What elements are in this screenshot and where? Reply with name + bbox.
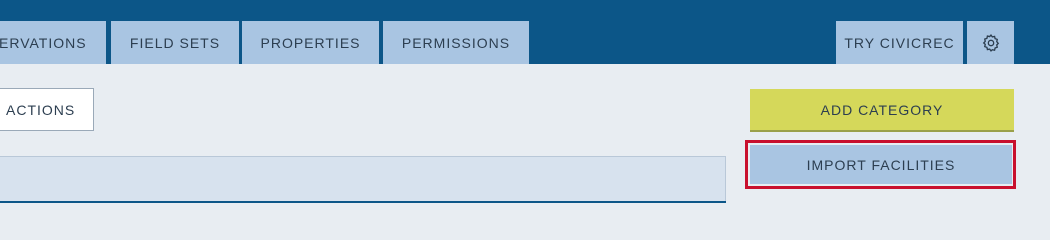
add-category-label: ADD CATEGORY bbox=[820, 101, 944, 118]
tab-label: FIELD SETS bbox=[129, 34, 221, 51]
tab-properties[interactable]: PROPERTIES bbox=[242, 21, 379, 64]
tab-permissions[interactable]: PERMISSIONS bbox=[383, 21, 529, 64]
gear-icon bbox=[981, 33, 1001, 53]
tab-label: PROPERTIES bbox=[260, 34, 361, 51]
add-category-button[interactable]: ADD CATEGORY bbox=[750, 89, 1014, 132]
settings-button[interactable] bbox=[967, 21, 1014, 64]
tab-reservations[interactable]: ERVATIONS bbox=[0, 21, 106, 64]
import-facilities-label: IMPORT FACILITIES bbox=[806, 156, 956, 173]
actions-button[interactable]: ACTIONS bbox=[0, 88, 94, 131]
tab-field-sets[interactable]: FIELD SETS bbox=[111, 21, 239, 64]
top-navigation-bar: ERVATIONS FIELD SETS PROPERTIES PERMISSI… bbox=[0, 0, 1050, 64]
category-panel-header bbox=[0, 156, 726, 202]
tab-label: ERVATIONS bbox=[0, 34, 87, 51]
actions-label: ACTIONS bbox=[6, 101, 76, 118]
tab-label: PERMISSIONS bbox=[401, 34, 511, 51]
import-facilities-button[interactable]: IMPORT FACILITIES bbox=[750, 145, 1012, 184]
page: ERVATIONS FIELD SETS PROPERTIES PERMISSI… bbox=[0, 0, 1050, 207]
try-civicrec-label: TRY CIVICREC bbox=[844, 34, 955, 51]
panel-divider bbox=[0, 201, 726, 203]
try-civicrec-button[interactable]: TRY CIVICREC bbox=[836, 21, 963, 64]
